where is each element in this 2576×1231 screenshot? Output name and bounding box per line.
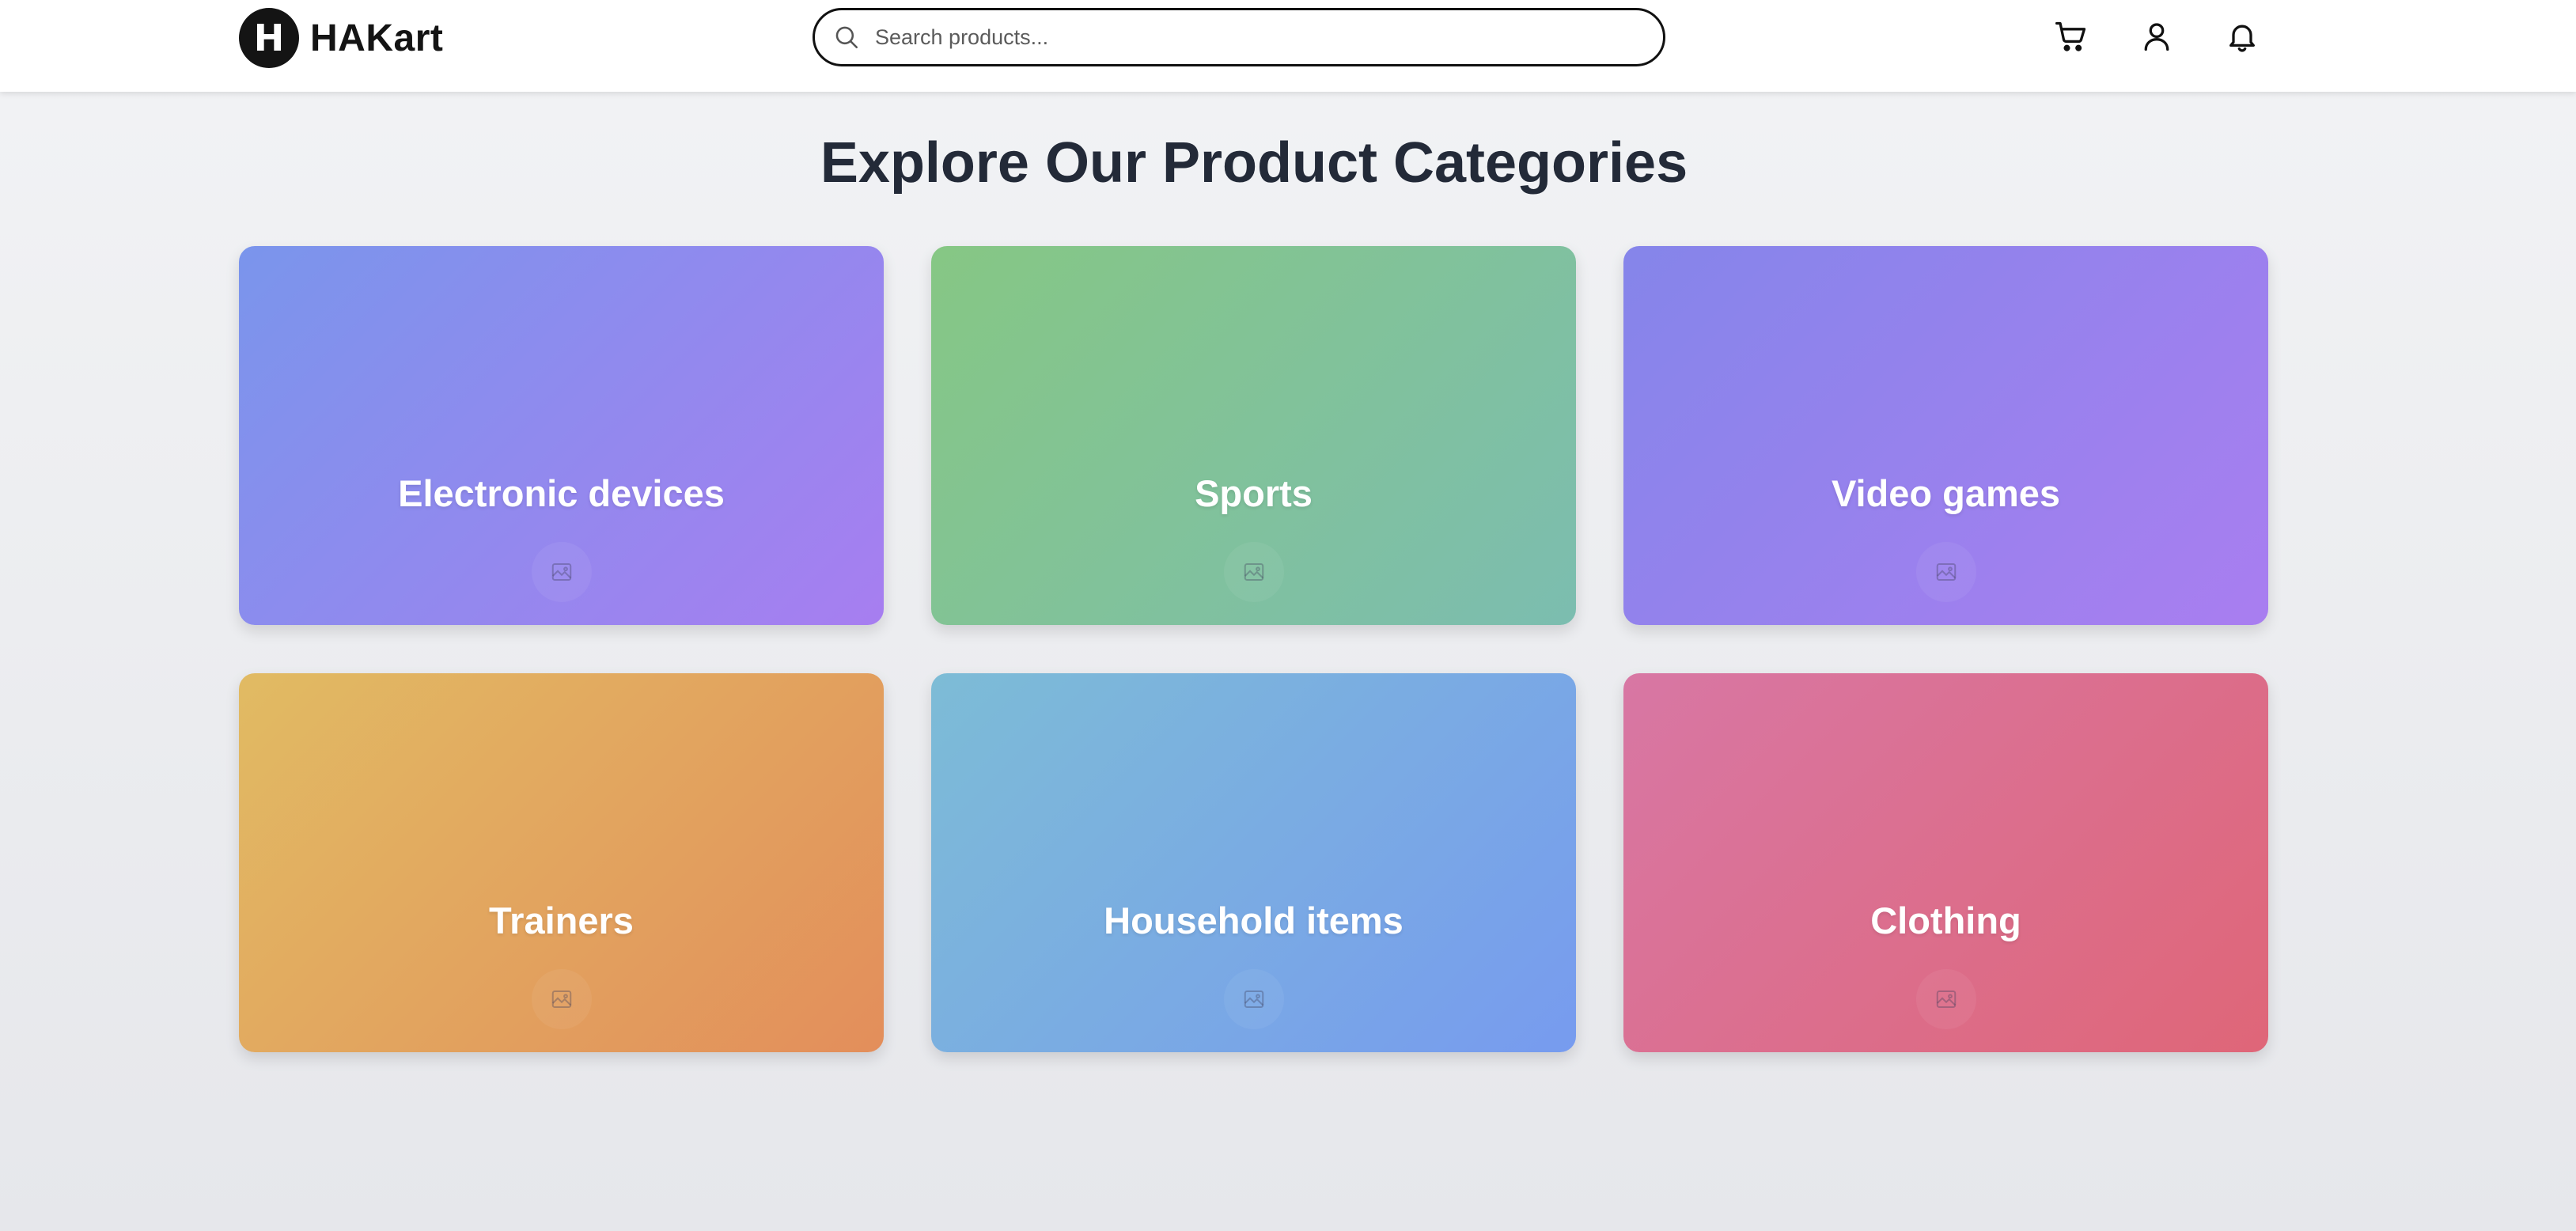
nav-actions bbox=[2049, 14, 2264, 59]
image-placeholder-icon bbox=[1915, 969, 1976, 1029]
user-icon[interactable] bbox=[2135, 14, 2179, 59]
category-card-household-items[interactable]: Household items bbox=[931, 673, 1576, 1052]
category-label: Trainers bbox=[489, 900, 634, 941]
category-card-electronic-devices[interactable]: Electronic devices bbox=[239, 246, 884, 625]
category-card-trainers[interactable]: Trainers bbox=[239, 673, 884, 1052]
page-title: Explore Our Product Categories bbox=[820, 131, 1688, 195]
brand-name: HAKart bbox=[310, 17, 444, 59]
search-bar[interactable] bbox=[813, 8, 1665, 66]
search-icon bbox=[831, 21, 862, 53]
category-card-sports[interactable]: Sports bbox=[931, 246, 1576, 625]
image-placeholder-icon bbox=[1915, 542, 1976, 602]
search-input[interactable] bbox=[873, 24, 1639, 51]
cart-icon[interactable] bbox=[2049, 14, 2093, 59]
image-placeholder-icon bbox=[1223, 542, 1284, 602]
category-card-video-games[interactable]: Video games bbox=[1623, 246, 2268, 625]
category-label: Clothing bbox=[1870, 900, 2021, 941]
category-label: Sports bbox=[1195, 472, 1313, 514]
category-card-clothing[interactable]: Clothing bbox=[1623, 673, 2268, 1052]
category-label: Electronic devices bbox=[398, 472, 725, 514]
brand-home-link[interactable]: H HAKart bbox=[239, 8, 443, 68]
bell-icon[interactable] bbox=[2220, 14, 2264, 59]
category-label: Video games bbox=[1831, 472, 2061, 514]
category-label: Household items bbox=[1104, 900, 1404, 941]
category-grid: Electronic devices Sports Video games Tr… bbox=[239, 246, 2268, 1052]
top-navbar: H HAKart bbox=[0, 0, 2576, 92]
image-placeholder-icon bbox=[531, 969, 592, 1029]
brand-logo: H bbox=[239, 8, 299, 68]
image-placeholder-icon bbox=[1223, 969, 1284, 1029]
image-placeholder-icon bbox=[531, 542, 592, 602]
